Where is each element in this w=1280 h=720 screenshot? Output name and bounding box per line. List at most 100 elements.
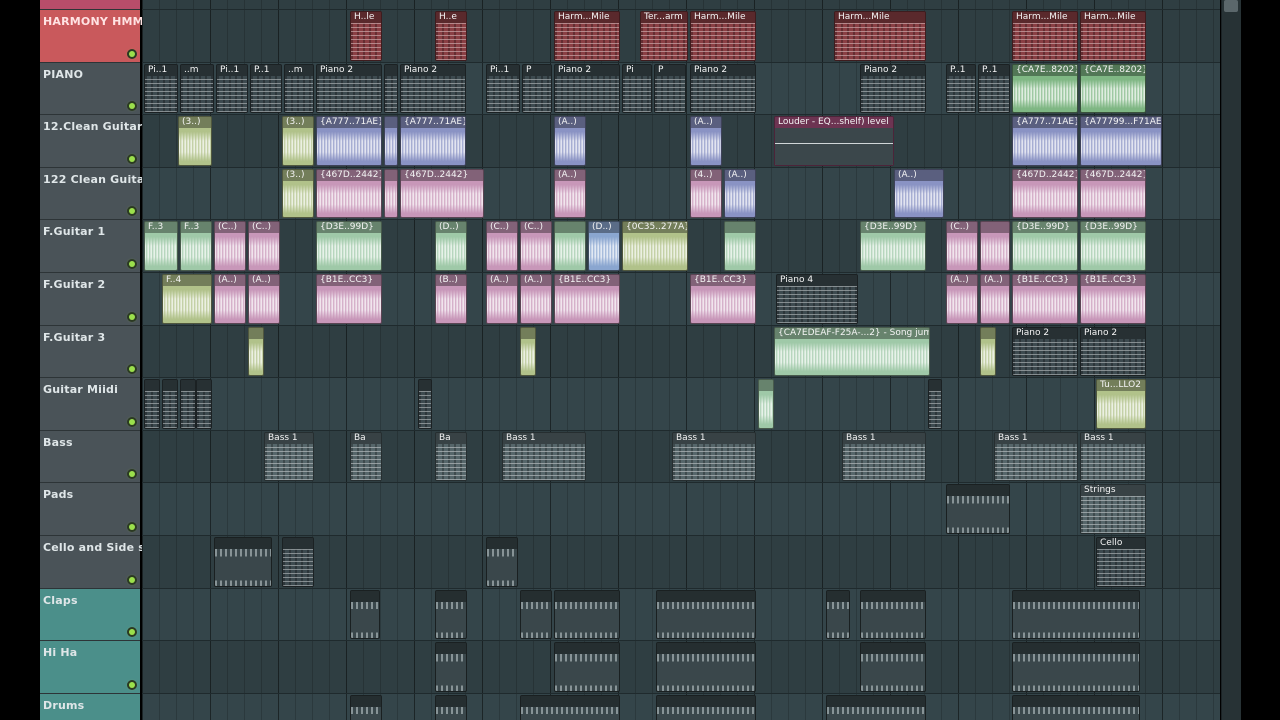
audio-clip[interactable]: {B1E..CC3} xyxy=(690,274,756,324)
pattern-clip[interactable] xyxy=(282,537,314,587)
pattern-clip[interactable]: Piano 2 xyxy=(690,63,756,114)
drum-pattern-clip[interactable] xyxy=(350,589,380,640)
track-active-led[interactable] xyxy=(129,313,135,320)
drum-pattern-clip[interactable] xyxy=(486,537,518,587)
pattern-clip[interactable]: Piano 4 xyxy=(776,274,858,324)
audio-clip[interactable]: {CA7EDEAF-F25A-...2} - Song jump xyxy=(774,326,930,377)
audio-clip[interactable]: (3..) xyxy=(178,116,212,166)
pattern-clip[interactable]: Piano 2 xyxy=(1012,326,1078,377)
drum-pattern-clip[interactable] xyxy=(554,589,620,640)
audio-clip[interactable]: F..4 xyxy=(162,274,212,324)
drum-pattern-clip[interactable] xyxy=(656,589,756,640)
pattern-clip[interactable]: P..1 xyxy=(978,63,1010,114)
audio-clip[interactable]: (A..) xyxy=(214,274,246,324)
pattern-clip[interactable] xyxy=(162,379,178,429)
audio-clip[interactable]: {A77799...F71AE} xyxy=(1080,116,1162,166)
pattern-clip[interactable]: Pi..1 xyxy=(486,63,520,114)
track-active-led[interactable] xyxy=(129,366,135,373)
audio-clip[interactable]: (A..) xyxy=(520,274,552,324)
pattern-clip[interactable]: Pi..1 xyxy=(144,63,178,114)
audio-clip[interactable]: (C..) xyxy=(946,221,978,271)
pattern-clip[interactable]: P xyxy=(654,63,686,114)
audio-clip[interactable]: {467D..2442} xyxy=(316,168,382,219)
audio-clip[interactable]: (C..) xyxy=(214,221,246,271)
drum-pattern-clip[interactable] xyxy=(826,589,850,640)
pattern-clip[interactable]: Piano 2 xyxy=(554,63,620,114)
audio-clip[interactable] xyxy=(758,379,774,429)
audio-clip[interactable]: {A777..71AE} xyxy=(1012,116,1078,166)
audio-clip[interactable]: {B1E..CC3} xyxy=(554,274,620,324)
track-active-led[interactable] xyxy=(129,629,135,636)
pattern-clip[interactable]: P xyxy=(522,63,552,114)
audio-clip[interactable] xyxy=(248,326,264,377)
pattern-clip[interactable] xyxy=(928,379,942,429)
audio-clip[interactable]: (A..) xyxy=(554,116,586,166)
pattern-clip[interactable]: Harm...Mile xyxy=(554,11,620,61)
audio-clip[interactable] xyxy=(980,221,1010,271)
audio-clip[interactable]: (D..) xyxy=(435,221,467,271)
audio-clip[interactable]: {D3E..99D} xyxy=(1012,221,1078,271)
audio-clip[interactable]: {A777..71AE} xyxy=(316,116,382,166)
track-header[interactable]: Cello and Side stick xyxy=(40,536,168,589)
pattern-clip[interactable] xyxy=(180,379,196,429)
pattern-clip[interactable]: Harm...Mile xyxy=(1012,11,1078,61)
pattern-clip[interactable] xyxy=(144,379,160,429)
drum-pattern-clip[interactable] xyxy=(214,537,272,587)
drum-pattern-clip[interactable] xyxy=(656,642,756,692)
track-active-led[interactable] xyxy=(129,50,135,57)
drum-pattern-clip[interactable] xyxy=(946,484,1010,534)
track-active-led[interactable] xyxy=(129,418,135,425)
audio-clip[interactable]: {CA7E..8202} xyxy=(1080,63,1146,114)
track-header[interactable]: Drums xyxy=(40,693,140,720)
pattern-clip[interactable]: H..e xyxy=(435,11,467,61)
pattern-clip[interactable]: Pi xyxy=(622,63,652,114)
track-header[interactable]: PIANO xyxy=(40,62,140,116)
drum-pattern-clip[interactable] xyxy=(826,694,926,720)
track-header[interactable]: Bass xyxy=(40,430,140,484)
pattern-clip[interactable]: Ter...arm xyxy=(640,11,688,61)
audio-clip[interactable]: F..3 xyxy=(180,221,212,271)
audio-clip[interactable]: (A..) xyxy=(554,168,586,219)
audio-clip[interactable]: {B1E..CC3} xyxy=(1080,274,1146,324)
automation-clip[interactable]: Louder - EQ...shelf) level xyxy=(774,116,894,166)
audio-clip[interactable]: {B1E..CC3} xyxy=(1012,274,1078,324)
audio-clip[interactable] xyxy=(384,168,398,219)
pattern-clip[interactable]: Piano 2 xyxy=(400,63,466,114)
playlist-grid[interactable]: H..le H..e Harm...Mile Ter...arm Harm...Mile… xyxy=(142,0,1220,720)
audio-clip[interactable]: (A..) xyxy=(894,168,944,219)
audio-clip[interactable] xyxy=(724,221,756,271)
drum-pattern-clip[interactable] xyxy=(520,589,552,640)
pattern-clip[interactable] xyxy=(418,379,432,429)
audio-clip[interactable]: (A..) xyxy=(724,168,756,219)
audio-clip[interactable]: {A777..71AE} xyxy=(400,116,466,166)
track-active-led[interactable] xyxy=(129,208,135,215)
audio-clip[interactable] xyxy=(520,326,536,377)
track-header[interactable]: F.Guitar 2 xyxy=(40,273,140,326)
track-lane[interactable] xyxy=(142,483,1220,536)
audio-clip[interactable]: (B..) xyxy=(435,274,467,324)
scrollbar-thumb[interactable] xyxy=(1224,0,1238,12)
pattern-clip[interactable]: P..1 xyxy=(250,63,282,114)
drum-pattern-clip[interactable] xyxy=(1012,642,1140,692)
audio-clip[interactable]: {467D..2442} xyxy=(1012,168,1078,219)
audio-clip[interactable]: (3..) xyxy=(282,168,314,219)
track-active-led[interactable] xyxy=(129,523,135,530)
track-header[interactable]: Claps xyxy=(40,588,140,642)
pattern-clip[interactable]: Cello xyxy=(1096,537,1146,587)
audio-clip[interactable]: {D3E..99D} xyxy=(316,221,382,271)
track-lane[interactable] xyxy=(142,378,1220,431)
audio-clip[interactable]: (A..) xyxy=(486,274,518,324)
pattern-clip[interactable]: Harm...Mile xyxy=(1080,11,1146,61)
pattern-clip[interactable]: Piano 2 xyxy=(860,63,926,114)
drum-pattern-clip[interactable] xyxy=(435,694,467,720)
drum-pattern-clip[interactable] xyxy=(860,642,926,692)
pattern-clip[interactable]: Piano 2 xyxy=(316,63,382,114)
audio-clip[interactable]: (C..) xyxy=(520,221,552,271)
audio-clip[interactable]: {B1E..CC3} xyxy=(316,274,382,324)
audio-clip[interactable]: (4..) xyxy=(690,168,722,219)
track-active-led[interactable] xyxy=(129,260,135,267)
track-active-led[interactable] xyxy=(129,103,135,110)
pattern-clip[interactable]: Ba xyxy=(350,431,382,482)
track-header[interactable]: Guitar Miidi xyxy=(40,378,140,431)
drum-pattern-clip[interactable] xyxy=(1012,694,1140,720)
